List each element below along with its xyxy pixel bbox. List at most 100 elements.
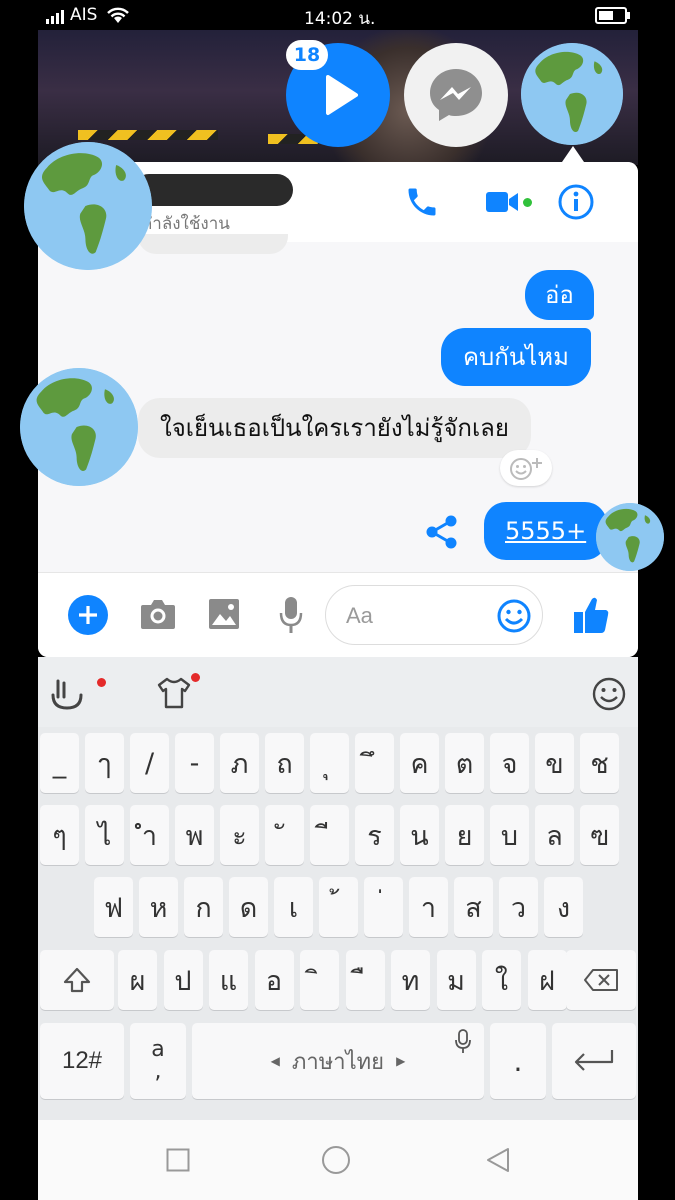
- space-key[interactable]: ◀ ภาษาไทย ▶: [192, 1023, 484, 1099]
- key[interactable]: เ: [274, 877, 313, 937]
- message-bubble-incoming: ใจเย็นเธอเป็นใครเรายังไม่รู้จักเลย: [138, 398, 531, 458]
- shift-key[interactable]: [40, 950, 114, 1010]
- backspace-icon: [584, 969, 618, 991]
- status-bar: AIS 14:02 น.: [0, 0, 675, 30]
- info-icon[interactable]: [557, 183, 595, 221]
- key[interactable]: ี: [310, 805, 349, 865]
- signal-icon: [46, 10, 64, 24]
- key[interactable]: อ: [254, 950, 294, 1010]
- enter-key[interactable]: [552, 1023, 636, 1099]
- key[interactable]: ๆ: [40, 805, 79, 865]
- key[interactable]: ด: [229, 877, 268, 937]
- key[interactable]: บ: [490, 805, 529, 865]
- theme-shirt-icon[interactable]: [156, 677, 192, 709]
- key[interactable]: ก: [184, 877, 223, 937]
- chat-head-pointer: [562, 146, 584, 162]
- key[interactable]: ไ: [85, 805, 124, 865]
- key[interactable]: ห: [139, 877, 178, 937]
- microphone-icon[interactable]: [278, 595, 304, 635]
- notification-dot: [191, 673, 200, 682]
- play-icon: [326, 75, 358, 115]
- clock: 14:02 น.: [304, 9, 376, 29]
- space-key-label: ภาษาไทย: [291, 1049, 385, 1075]
- message-bubble-outgoing-link[interactable]: 5555+: [484, 502, 608, 560]
- key[interactable]: า: [409, 877, 448, 937]
- language-switch-top: a: [151, 1037, 165, 1062]
- swipe-gesture-icon[interactable]: [50, 677, 84, 711]
- key[interactable]: ว: [499, 877, 538, 937]
- cursor-right-icon: ▶: [396, 1054, 406, 1068]
- key[interactable]: แ: [209, 950, 248, 1010]
- video-call-icon[interactable]: [484, 188, 520, 216]
- key[interactable]: ฃ: [580, 805, 619, 865]
- contact-avatar-header[interactable]: [24, 142, 152, 270]
- home-icon[interactable]: [321, 1145, 351, 1175]
- add-reaction-button[interactable]: [500, 450, 552, 486]
- backspace-key[interactable]: [566, 950, 636, 1010]
- key[interactable]: ง: [544, 877, 583, 937]
- key[interactable]: ช: [580, 733, 619, 793]
- emoji-keyboard-icon[interactable]: [591, 676, 627, 712]
- key[interactable]: พ: [175, 805, 214, 865]
- key[interactable]: น: [400, 805, 439, 865]
- more-actions-button[interactable]: [68, 595, 108, 635]
- key[interactable]: ฟ: [94, 877, 133, 937]
- back-icon[interactable]: [484, 1146, 512, 1174]
- cursor-left-icon: ◀: [270, 1054, 280, 1068]
- key[interactable]: ื: [345, 950, 385, 1010]
- key[interactable]: /: [130, 733, 169, 793]
- key[interactable]: ำ: [130, 805, 169, 865]
- key[interactable]: ะ: [220, 805, 259, 865]
- key[interactable]: ภ: [220, 733, 259, 793]
- key[interactable]: ฝ: [527, 950, 567, 1010]
- key[interactable]: ย: [445, 805, 484, 865]
- emoji-icon[interactable]: [496, 598, 532, 634]
- contact-chat-head[interactable]: [521, 43, 623, 145]
- period-key[interactable]: .: [490, 1023, 546, 1099]
- key[interactable]: ิ: [300, 950, 339, 1010]
- enter-arrow-icon: [574, 1050, 614, 1071]
- key[interactable]: ผ: [118, 950, 157, 1010]
- key[interactable]: ล: [535, 805, 574, 865]
- recent-apps-icon[interactable]: [166, 1148, 190, 1172]
- active-status: กำลังใช้งาน: [142, 214, 230, 234]
- key[interactable]: ่: [364, 877, 403, 937]
- key[interactable]: ึ: [355, 733, 394, 793]
- numbers-key[interactable]: 12#: [40, 1023, 124, 1099]
- key[interactable]: ป: [163, 950, 203, 1010]
- message-input[interactable]: Aa: [325, 585, 543, 645]
- like-icon[interactable]: [572, 595, 610, 635]
- language-switch-bottom: ,: [154, 1059, 162, 1084]
- voice-input-icon[interactable]: [454, 1029, 472, 1055]
- key[interactable]: ใ: [482, 950, 521, 1010]
- key[interactable]: ั: [265, 805, 304, 865]
- key[interactable]: ส: [454, 877, 493, 937]
- share-icon[interactable]: [425, 514, 459, 550]
- online-dot: [523, 198, 532, 207]
- language-switch-key[interactable]: a ,: [130, 1023, 186, 1099]
- message-bubble-outgoing: คบกันไหม: [441, 328, 591, 386]
- key[interactable]: จ: [490, 733, 529, 793]
- key[interactable]: ร: [355, 805, 394, 865]
- globe-icon: [521, 43, 623, 145]
- key[interactable]: ้: [319, 877, 358, 937]
- shift-arrow-icon: [63, 967, 91, 993]
- key[interactable]: ุ: [310, 733, 349, 793]
- globe-icon: [20, 368, 138, 486]
- unread-badge: 18: [286, 40, 328, 70]
- key[interactable]: ต: [445, 733, 484, 793]
- key[interactable]: _: [40, 733, 79, 793]
- key[interactable]: ม: [436, 950, 476, 1010]
- camera-icon[interactable]: [139, 597, 177, 631]
- phone-icon[interactable]: [404, 184, 440, 220]
- battery-icon: [595, 7, 630, 24]
- key[interactable]: -: [175, 733, 214, 793]
- key[interactable]: ท: [391, 950, 430, 1010]
- key[interactable]: ค: [400, 733, 439, 793]
- key[interactable]: ถ: [265, 733, 304, 793]
- key[interactable]: ๅ: [85, 733, 124, 793]
- gallery-icon[interactable]: [208, 598, 240, 630]
- messenger-chat-head[interactable]: [404, 43, 508, 147]
- globe-icon: [24, 142, 152, 270]
- key[interactable]: ข: [535, 733, 574, 793]
